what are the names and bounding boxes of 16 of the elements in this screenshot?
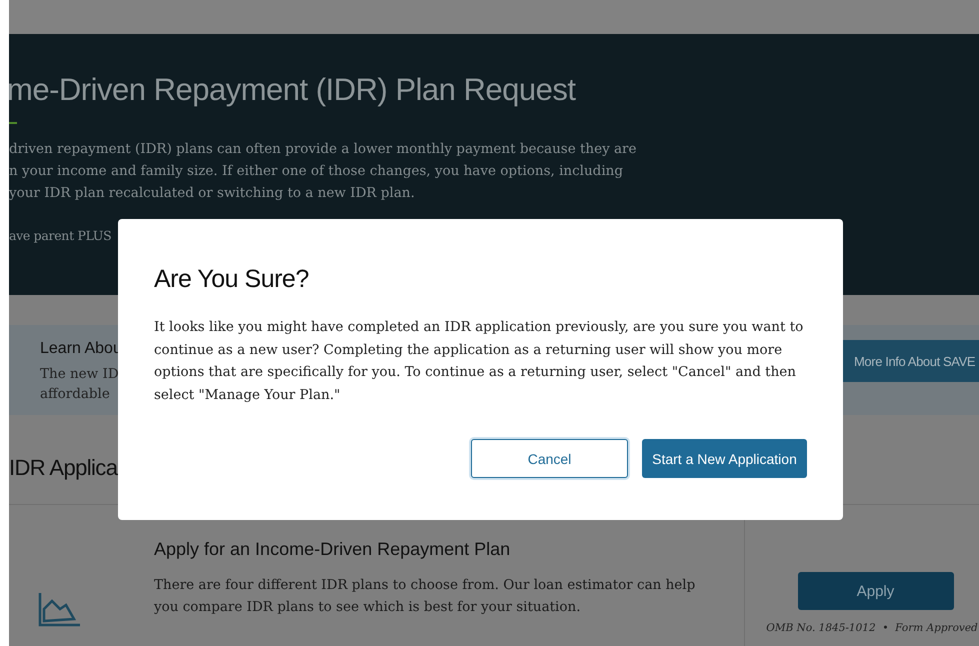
apply-button[interactable]: Apply (798, 572, 954, 610)
omb-note: OMB No. 1845-1012 • Form Approved (766, 622, 978, 634)
start-application-button[interactable]: Start a New Application (642, 439, 807, 478)
card-description: There are four different IDR plans to choose from. Our loan estimator can help you compare IDR plans to see which is best for your situation. (154, 576, 696, 617)
banner-text: affordable (40, 385, 111, 404)
card-title: Apply for an Income-Driven Repayment Plan (154, 539, 512, 560)
banner-text: The new ID (40, 365, 120, 384)
intro-text: ave parent PLUS (9, 228, 112, 243)
dialog-message: It looks like you might have completed an IDR application previously, are you sure you want to continue as a new user? Completing the application as a returning user will show you more options that are specifically for you. To continue as a returning user, select "Cancel" and then select "Manage Your Plan." (154, 318, 804, 404)
page-title: me-Driven Repayment (IDR) Plan Request (9, 72, 577, 108)
chart-icon (38, 591, 82, 627)
cancel-button[interactable]: Cancel (471, 439, 628, 478)
dialog-title: Are You Sure? (154, 265, 310, 294)
intro-text: your IDR plan recalculated or switching to a new IDR plan. (9, 184, 416, 203)
intro-text: driven repayment (IDR) plans can often provide a lower monthly payment because they are (9, 140, 638, 159)
intro-text: n your income and family size. If either one of those changes, you have options, including (9, 162, 624, 181)
